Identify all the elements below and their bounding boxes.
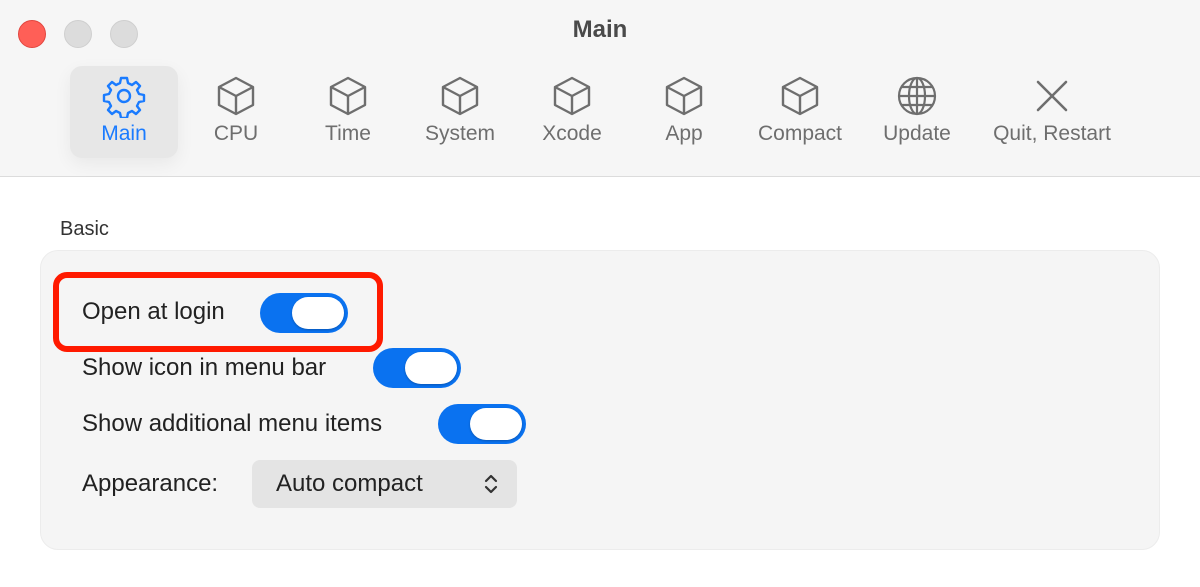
tab-time[interactable]: Time: [308, 66, 388, 158]
appearance-label: Appearance:: [82, 470, 219, 497]
show-additional-label: Show additional menu items: [82, 410, 383, 437]
tab-label: Compact: [757, 122, 843, 145]
cube-icon: [329, 76, 367, 116]
toggle-knob: [405, 352, 457, 384]
highlight-annotation: [53, 272, 383, 352]
tab-label: Main: [101, 122, 147, 145]
cube-icon: [441, 76, 479, 116]
tab-quit-restart[interactable]: Quit, Restart: [982, 66, 1122, 158]
cube-icon: [553, 76, 591, 116]
cube-icon: [217, 76, 255, 116]
toggle-knob: [470, 408, 522, 440]
section-basic-label: Basic: [60, 218, 109, 240]
tab-cpu[interactable]: CPU: [196, 66, 276, 158]
tab-main[interactable]: Main: [70, 66, 178, 158]
tab-label: System: [424, 122, 495, 145]
tab-label: CPU: [213, 122, 259, 145]
settings-window: Main Main CPU Time System Xcode App Comp…: [0, 0, 1200, 587]
tab-label: Xcode: [542, 122, 602, 145]
show-additional-toggle[interactable]: [438, 404, 526, 444]
appearance-select[interactable]: Auto compact: [252, 460, 517, 508]
show-icon-toggle[interactable]: [373, 348, 461, 388]
tab-label: Quit, Restart: [993, 122, 1111, 145]
tab-label: Time: [325, 122, 371, 145]
appearance-value: Auto compact: [276, 470, 423, 497]
show-icon-label: Show icon in menu bar: [82, 354, 327, 381]
tab-xcode[interactable]: Xcode: [527, 66, 617, 158]
tab-label: Update: [883, 122, 951, 145]
tab-system[interactable]: System: [410, 66, 510, 158]
cube-icon: [781, 76, 819, 116]
title-bar: Main Main CPU Time System Xcode App Comp…: [0, 0, 1200, 177]
tab-compact[interactable]: Compact: [745, 66, 855, 158]
close-icon: [1036, 80, 1068, 112]
chevron-up-down-icon: [484, 474, 498, 494]
cube-icon: [665, 76, 703, 116]
tab-app[interactable]: App: [644, 66, 724, 158]
globe-icon: [897, 76, 937, 116]
window-title: Main: [572, 16, 628, 43]
tab-label: App: [665, 122, 703, 145]
gear-icon: [102, 76, 146, 118]
tab-update[interactable]: Update: [870, 66, 964, 158]
